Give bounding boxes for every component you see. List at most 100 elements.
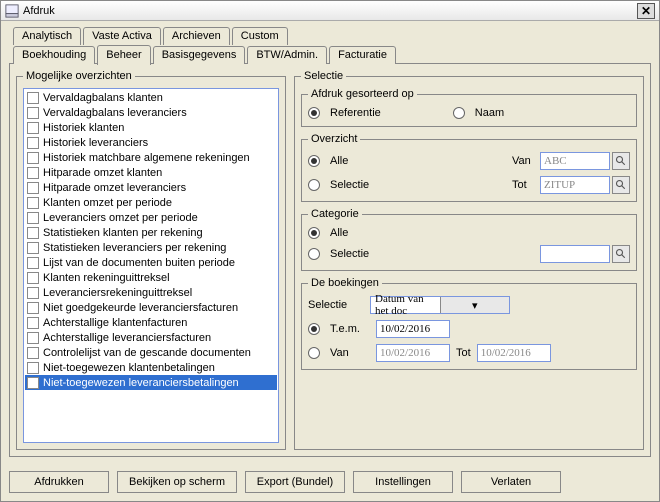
bookings-selection-combo-value: Datum van het doc — [371, 293, 440, 317]
list-item[interactable]: Achterstallige klantenfacturen — [25, 315, 277, 330]
sorted-on-name-radio[interactable] — [453, 107, 465, 119]
tab-facturatie[interactable]: Facturatie — [329, 46, 396, 64]
sorted-on-reference-radio[interactable] — [308, 107, 320, 119]
checkbox[interactable] — [27, 227, 39, 239]
list-item-label: Achterstallige klantenfacturen — [43, 317, 187, 329]
checkbox[interactable] — [27, 122, 39, 134]
bookings-van-radio[interactable] — [308, 347, 320, 359]
list-item-label: Niet-toegewezen klantenbetalingen — [43, 362, 215, 374]
overview-range-legend: Overzicht — [308, 133, 360, 145]
checkbox[interactable] — [27, 332, 39, 344]
tab-archieven[interactable]: Archieven — [163, 27, 230, 45]
list-item-label: Leveranciersrekeninguittreksel — [43, 287, 192, 299]
overview-range-group: Overzicht Alle Van — [301, 133, 637, 202]
checkbox[interactable] — [27, 302, 39, 314]
settings-button[interactable]: Instellingen — [353, 471, 453, 493]
search-icon — [615, 248, 627, 260]
checkbox[interactable] — [27, 287, 39, 299]
list-item[interactable]: Leveranciers omzet per periode — [25, 210, 277, 225]
category-all-label: Alle — [330, 227, 348, 239]
list-item-label: Hitparade omzet klanten — [43, 167, 162, 179]
bookings-selection-combo[interactable]: Datum van het doc ▾ — [370, 296, 510, 314]
view-on-screen-button[interactable]: Bekijken op scherm — [117, 471, 237, 493]
tabs-row-lower: BoekhoudingBeheerBasisgegevensBTW/Admin.… — [9, 44, 651, 64]
checkbox[interactable] — [27, 107, 39, 119]
list-item[interactable]: Leveranciersrekeninguittreksel — [25, 285, 277, 300]
tab-boekhouding[interactable]: Boekhouding — [13, 46, 95, 64]
list-item[interactable]: Vervaldagbalans leveranciers — [25, 105, 277, 120]
overview-tot-input[interactable] — [540, 176, 610, 194]
print-button[interactable]: Afdrukken — [9, 471, 109, 493]
overview-tot-lookup-button[interactable] — [612, 176, 630, 194]
sorted-on-name-label: Naam — [475, 107, 504, 119]
overview-tot-label: Tot — [512, 179, 538, 191]
bookings-tem-input[interactable] — [376, 320, 450, 338]
chevron-down-icon: ▾ — [440, 297, 510, 313]
bookings-selection-label: Selectie — [308, 299, 364, 311]
close-button[interactable]: ✕ — [637, 3, 655, 19]
checkbox[interactable] — [27, 197, 39, 209]
tab-beheer[interactable]: Beheer — [97, 45, 150, 65]
list-item[interactable]: Achterstallige leveranciersfacturen — [25, 330, 277, 345]
leave-button[interactable]: Verlaten — [461, 471, 561, 493]
list-item[interactable]: Niet-toegewezen leveranciersbetalingen — [25, 375, 277, 390]
list-item-label: Vervaldagbalans klanten — [43, 92, 163, 104]
checkbox[interactable] — [27, 152, 39, 164]
bookings-van-input[interactable] — [376, 344, 450, 362]
checkbox[interactable] — [27, 377, 39, 389]
bookings-van-label: Van — [330, 347, 370, 359]
list-item[interactable]: Klanten rekeninguittreksel — [25, 270, 277, 285]
list-item[interactable]: Statistieken leveranciers per rekening — [25, 240, 277, 255]
category-selection-input[interactable] — [540, 245, 610, 263]
tab-btw-admin-[interactable]: BTW/Admin. — [247, 46, 327, 64]
checkbox[interactable] — [27, 212, 39, 224]
bookings-legend: De boekingen — [308, 277, 382, 289]
tab-vaste-activa[interactable]: Vaste Activa — [83, 27, 161, 45]
overview-van-lookup-button[interactable] — [612, 152, 630, 170]
list-item[interactable]: Niet-toegewezen klantenbetalingen — [25, 360, 277, 375]
category-all-radio[interactable] — [308, 227, 320, 239]
checkbox[interactable] — [27, 182, 39, 194]
overview-selection-radio[interactable] — [308, 179, 320, 191]
checkbox[interactable] — [27, 92, 39, 104]
list-item-label: Leveranciers omzet per periode — [43, 212, 198, 224]
checkbox[interactable] — [27, 242, 39, 254]
checkbox[interactable] — [27, 257, 39, 269]
selection-legend: Selectie — [301, 70, 346, 82]
list-item[interactable]: Historiek klanten — [25, 120, 277, 135]
list-item[interactable]: Niet goedgekeurde leveranciersfacturen — [25, 300, 277, 315]
tab-custom[interactable]: Custom — [232, 27, 288, 45]
list-item[interactable]: Controlelijst van de gescande documenten — [25, 345, 277, 360]
overview-all-radio[interactable] — [308, 155, 320, 167]
checkbox[interactable] — [27, 167, 39, 179]
list-item-label: Niet goedgekeurde leveranciersfacturen — [43, 302, 238, 314]
bookings-tem-radio[interactable] — [308, 323, 320, 335]
list-item-label: Historiek matchbare algemene rekeningen — [43, 152, 250, 164]
list-item[interactable]: Historiek matchbare algemene rekeningen — [25, 150, 277, 165]
list-item[interactable]: Hitparade omzet klanten — [25, 165, 277, 180]
titlebar: Afdruk ✕ — [1, 1, 659, 21]
checkbox[interactable] — [27, 272, 39, 284]
tab-basisgegevens[interactable]: Basisgegevens — [153, 46, 246, 64]
bookings-tot-input[interactable] — [477, 344, 551, 362]
checkbox[interactable] — [27, 347, 39, 359]
checkbox[interactable] — [27, 362, 39, 374]
list-item[interactable]: Historiek leveranciers — [25, 135, 277, 150]
overview-van-input[interactable] — [540, 152, 610, 170]
overview-listbox[interactable]: Vervaldagbalans klantenVervaldagbalans l… — [23, 88, 279, 443]
checkbox[interactable] — [27, 317, 39, 329]
close-icon: ✕ — [641, 5, 651, 17]
list-item-label: Statistieken klanten per rekening — [43, 227, 203, 239]
export-bundle-button[interactable]: Export (Bundel) — [245, 471, 345, 493]
list-item[interactable]: Klanten omzet per periode — [25, 195, 277, 210]
list-item[interactable]: Hitparade omzet leveranciers — [25, 180, 277, 195]
category-selection-radio[interactable] — [308, 248, 320, 260]
tab-analytisch[interactable]: Analytisch — [13, 27, 81, 45]
list-item[interactable]: Statistieken klanten per rekening — [25, 225, 277, 240]
list-item[interactable]: Lijst van de documenten buiten periode — [25, 255, 277, 270]
list-item-label: Klanten rekeninguittreksel — [43, 272, 170, 284]
checkbox[interactable] — [27, 137, 39, 149]
list-item[interactable]: Vervaldagbalans klanten — [25, 90, 277, 105]
category-selection-lookup-button[interactable] — [612, 245, 630, 263]
list-item-label: Hitparade omzet leveranciers — [43, 182, 186, 194]
